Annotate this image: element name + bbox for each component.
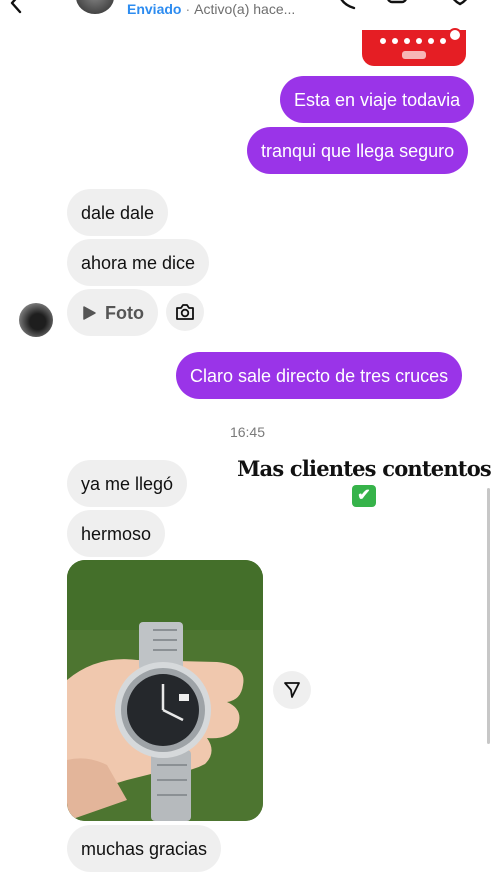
contact-avatar-small[interactable] — [19, 303, 53, 337]
share-button[interactable] — [273, 671, 311, 709]
contact-status[interactable]: Enviado · Activo(a) hace... — [127, 0, 295, 18]
chevron-left-icon[interactable] — [6, 0, 28, 14]
status-separator: · — [185, 1, 191, 17]
contact-avatar[interactable] — [76, 0, 114, 14]
heart-icon[interactable] — [446, 0, 474, 12]
message-incoming[interactable]: hermoso — [67, 510, 166, 557]
watch-photo[interactable] — [67, 560, 263, 821]
message-outgoing[interactable]: tranqui que llega seguro — [247, 127, 469, 174]
watch-photo-illustration — [67, 560, 263, 821]
timestamp-separator: 16:45 — [229, 424, 266, 440]
camera-button[interactable] — [166, 293, 204, 331]
shared-promo-image[interactable] — [362, 28, 466, 66]
message-incoming[interactable]: muchas gracias — [67, 825, 222, 872]
camera-icon — [176, 304, 194, 320]
overlay-caption: Mas clientes contentos — [237, 456, 492, 481]
message-incoming[interactable]: ahora me dice — [67, 239, 210, 286]
phone-icon[interactable] — [334, 0, 362, 12]
promo-pill — [402, 51, 426, 59]
scrollbar[interactable] — [487, 488, 490, 744]
message-incoming[interactable]: ya me llegó — [67, 460, 188, 507]
photo-attachment-button[interactable]: Foto — [67, 289, 158, 336]
sent-status-label: Enviado — [127, 1, 182, 17]
social-icons — [380, 38, 446, 44]
promo-badge-icon — [448, 28, 462, 42]
message-outgoing[interactable]: Esta en viaje todavia — [280, 76, 475, 123]
message-incoming[interactable]: dale dale — [67, 189, 169, 236]
send-icon — [284, 682, 300, 698]
chat-header: Enviado · Activo(a) hace... — [0, 0, 495, 28]
activity-label: Activo(a) hace... — [194, 1, 296, 17]
photo-label: Foto — [105, 303, 144, 323]
check-mark-emoji-icon: ✔ — [352, 485, 376, 507]
message-outgoing[interactable]: Claro sale directo de tres cruces — [176, 352, 463, 399]
video-camera-icon[interactable] — [386, 0, 414, 12]
play-icon — [83, 306, 96, 320]
